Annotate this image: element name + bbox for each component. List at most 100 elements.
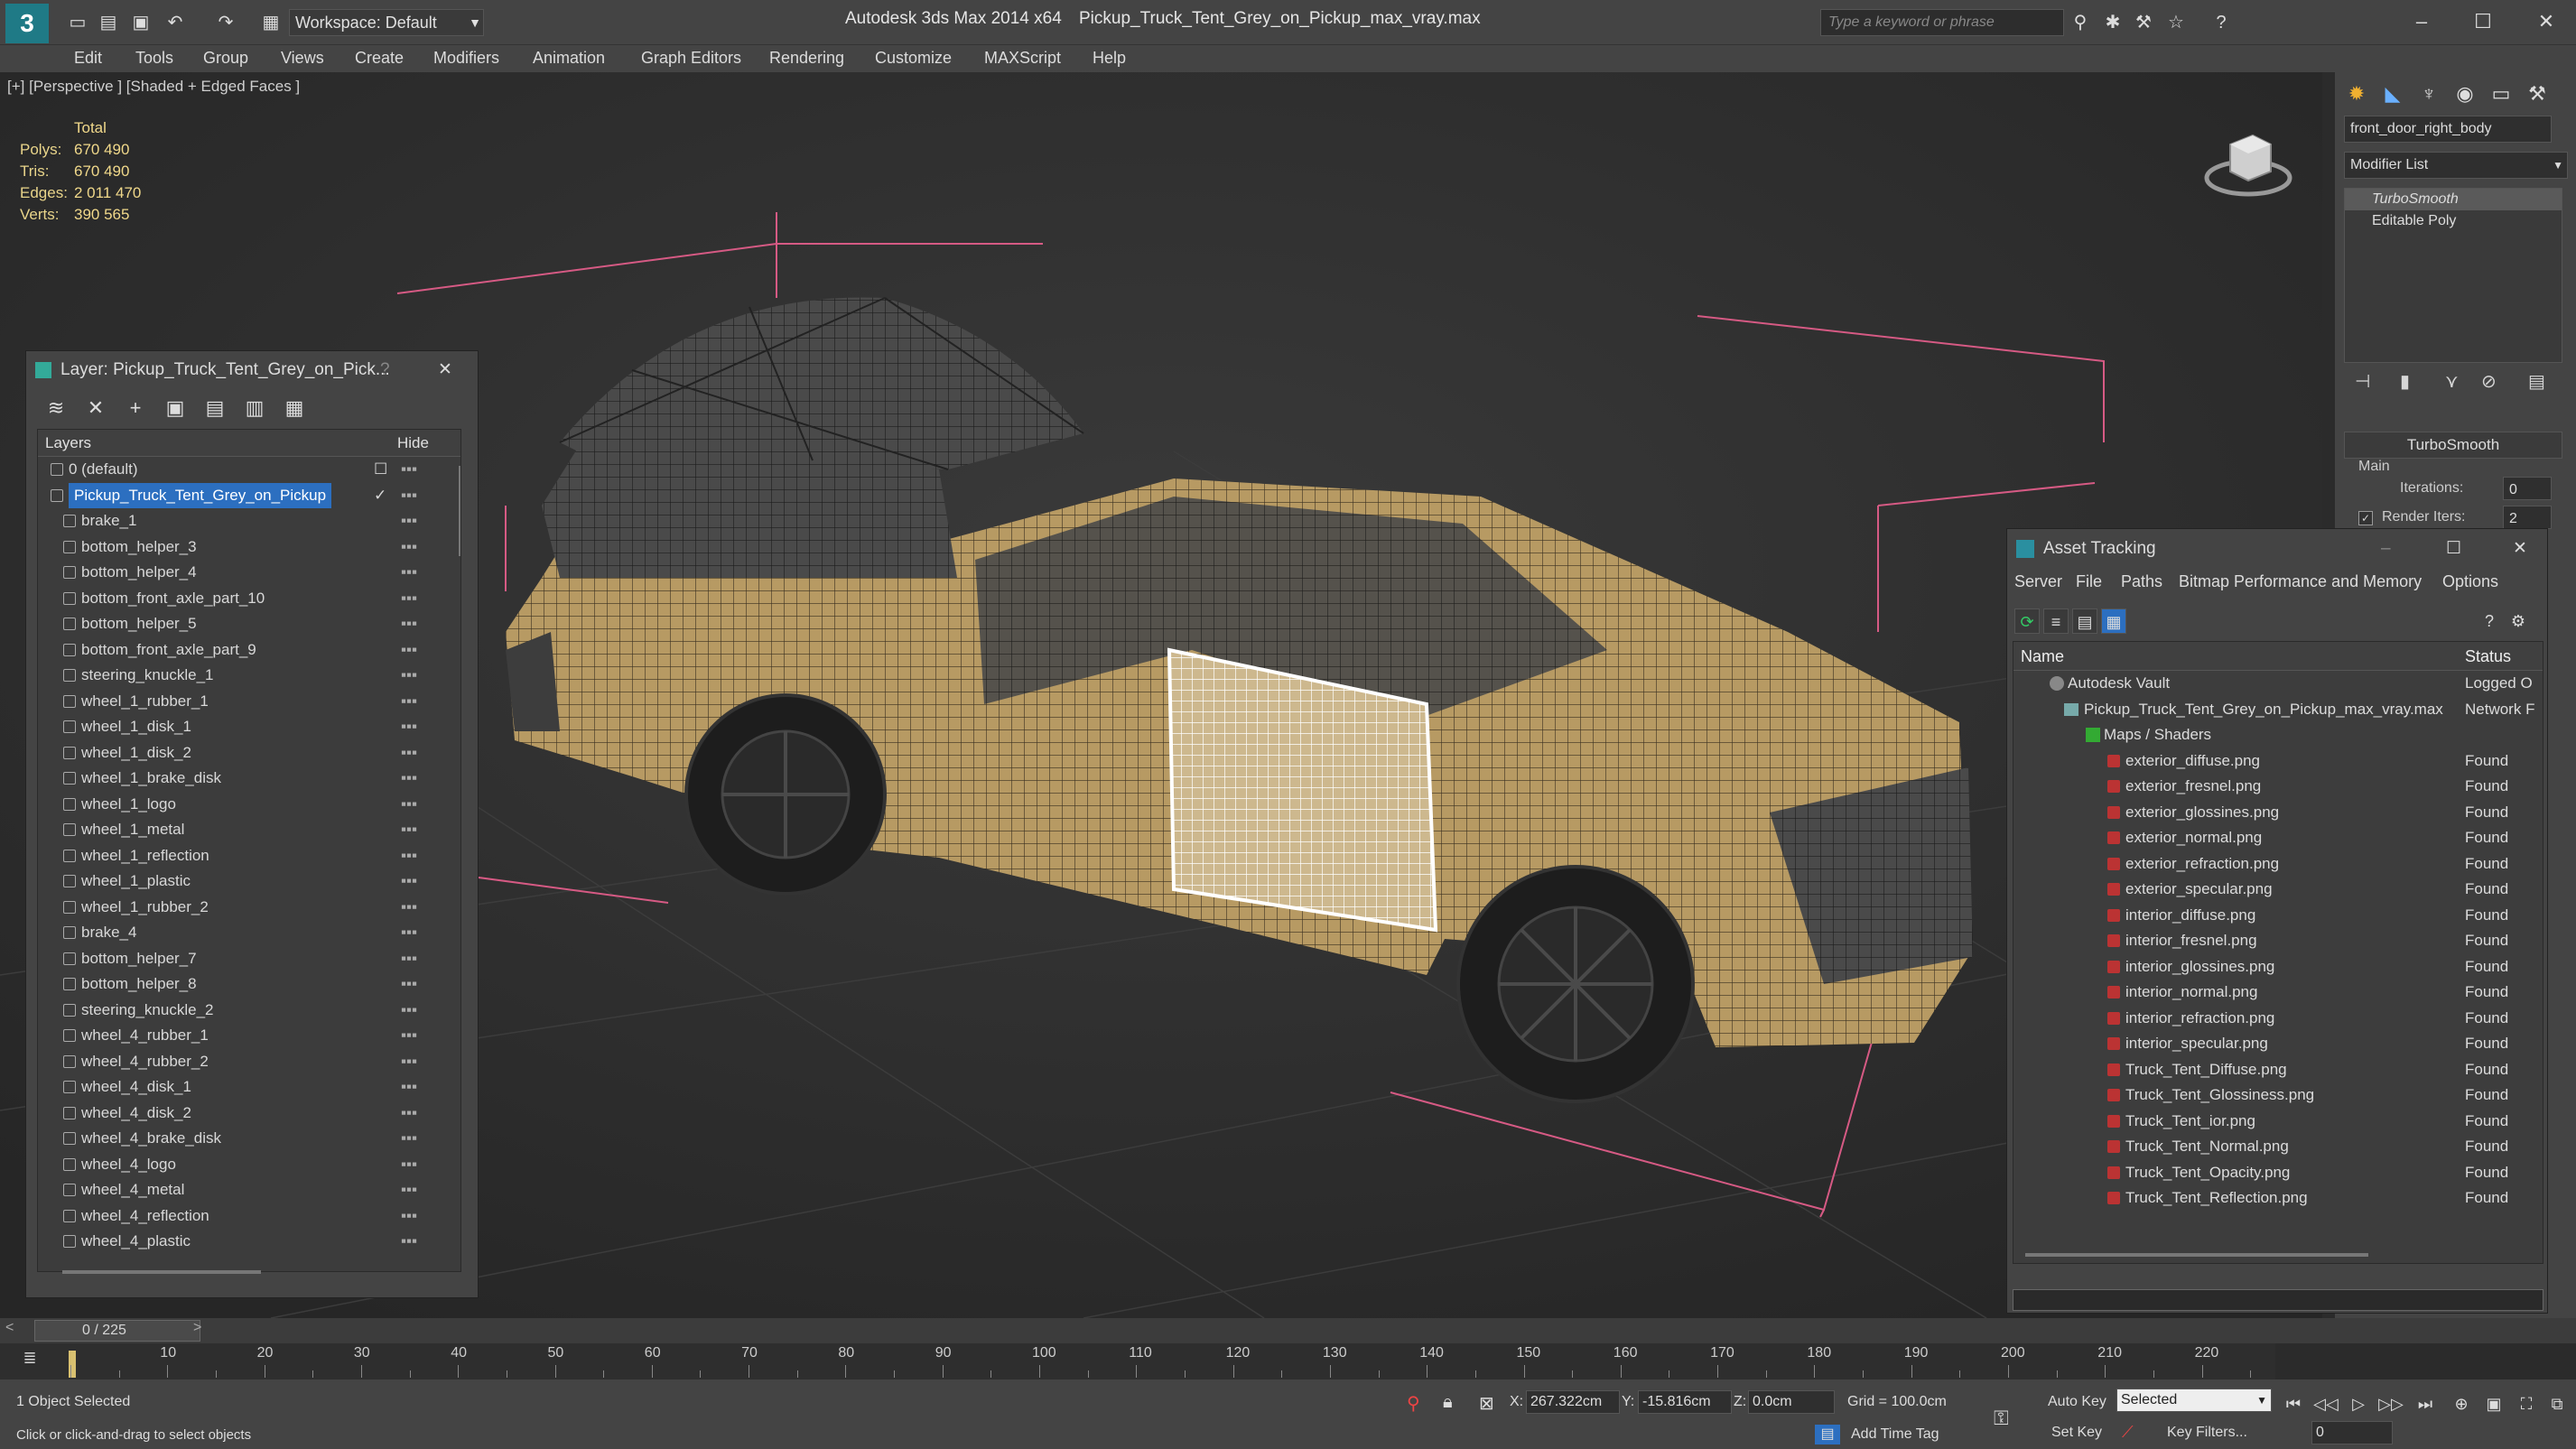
layer-object-row[interactable]: wheel_4_rubber_2 ▪▪▪ [38,1049,460,1075]
hide-toggle-icon[interactable]: ▪▪▪ [401,457,417,482]
asset-map-row[interactable]: interior_specular.png Found [2013,1031,2543,1057]
asset-menu-options[interactable]: Options [2442,572,2498,591]
hide-toggle-icon[interactable]: ▪▪▪ [401,1152,417,1177]
layer-list-scrollbar[interactable] [459,466,460,556]
hide-toggle-icon[interactable]: ▪▪▪ [401,1203,417,1229]
object-name-field[interactable]: front_door_right_body [2344,116,2552,143]
new-file-icon[interactable]: ▭ [65,11,90,34]
asset-maximize-button[interactable]: ☐ [2446,529,2461,569]
menu-animation[interactable]: Animation [533,45,605,72]
iterations-spinner[interactable]: 0 [2503,477,2552,500]
track-bar[interactable]: ≣ 10 20 30 40 50 60 70 80 90 100 110 120 130 140 150 16… [0,1343,2275,1379]
help-icon[interactable]: ? [2209,11,2234,34]
communication-center-icon[interactable]: ✱ [2100,11,2125,34]
asset-menu-server[interactable]: Server [2014,572,2062,591]
time-prev-icon[interactable]: < [5,1320,14,1336]
freeze-all-layers-icon[interactable]: ▦ [281,395,308,422]
menu-tools[interactable]: Tools [135,45,173,72]
configure-modifier-sets-icon[interactable]: ▤ [2528,370,2545,393]
menu-help[interactable]: Help [1093,45,1126,72]
favorites-star-icon[interactable]: ☆ [2163,11,2189,34]
layer-object-row[interactable]: bottom_helper_4 ▪▪▪ [38,560,460,586]
asset-map-row[interactable]: Truck_Tent_Diffuse.png Found [2013,1057,2543,1083]
hide-toggle-icon[interactable]: ▪▪▪ [401,1126,417,1151]
maximize-viewport-icon[interactable]: ⧉ [2544,1392,2570,1416]
menu-rendering[interactable]: Rendering [769,45,844,72]
hide-toggle-icon[interactable]: ▪▪▪ [401,971,417,997]
layer-object-row[interactable]: wheel_4_plastic ▪▪▪ [38,1229,460,1255]
current-layer-box-icon[interactable]: ☐ [374,457,387,482]
layers-column-header[interactable]: Layers [45,434,91,451]
asset-hscrollbar[interactable] [2025,1253,2368,1257]
modifier-list-dropdown[interactable]: Modifier List ▼ [2344,152,2568,179]
asset-map-row[interactable]: exterior_normal.png Found [2013,825,2543,851]
hide-toggle-icon[interactable]: ▪▪▪ [401,560,417,585]
asset-minimize-button[interactable]: – [2381,529,2391,569]
hide-toggle-icon[interactable]: ▪▪▪ [401,946,417,971]
menu-group[interactable]: Group [203,45,248,72]
pin-stack-icon[interactable]: ⊣ [2355,370,2370,393]
asset-map-row[interactable]: exterior_fresnel.png Found [2013,774,2543,800]
asset-map-row[interactable]: interior_diffuse.png Found [2013,903,2543,929]
layer-list-hscrollbar[interactable] [62,1270,261,1274]
y-coordinate-field[interactable]: -15.816cm [1638,1390,1732,1414]
render-iters-checkbox[interactable]: ✓ [2358,511,2373,525]
hide-toggle-icon[interactable]: ▪▪▪ [401,1074,417,1100]
asset-map-row[interactable]: exterior_specular.png Found [2013,877,2543,903]
hide-toggle-icon[interactable]: ▪▪▪ [401,740,417,766]
add-time-tag[interactable]: Add Time Tag [1851,1426,1939,1443]
hide-toggle-icon[interactable]: ▪▪▪ [401,714,417,739]
status-column-header[interactable]: Status [2465,642,2511,671]
asset-map-row[interactable]: Truck_Tent_Reflection.png Found [2013,1185,2543,1212]
asset-map-row[interactable]: Truck_Tent_Normal.png Found [2013,1134,2543,1160]
hide-toggle-icon[interactable]: ▪▪▪ [401,1101,417,1126]
key-filters-button[interactable]: Key Filters... [2167,1425,2247,1441]
go-to-start-icon[interactable]: ⏮ [2281,1392,2306,1416]
asset-row-vault[interactable]: Autodesk Vault Logged O [2013,671,2543,697]
zoom-all-icon[interactable]: ▣ [2481,1392,2506,1416]
binoculars-icon[interactable]: ⚲ [2068,11,2093,34]
z-coordinate-field[interactable]: 0.0cm [1748,1390,1835,1414]
create-tab-icon[interactable]: ✹ [2340,78,2373,110]
asset-map-row[interactable]: exterior_refraction.png Found [2013,851,2543,878]
tree-view-icon[interactable]: ▤ [2072,608,2097,634]
asset-tracking-title-bar[interactable]: Asset Tracking – ☐ ✕ [2007,529,2547,569]
asset-help-icon[interactable]: ? [2477,608,2502,634]
layer-row[interactable]: 0 (default) ▪▪▪ ☐ [38,457,460,483]
project-folder-icon[interactable]: ▦ [258,11,284,34]
active-layer-check-icon[interactable]: ✓ [374,483,386,508]
layer-object-row[interactable]: bottom_front_axle_part_9 ▪▪▪ [38,637,460,664]
go-to-end-icon[interactable]: ⏭ [2413,1392,2438,1416]
layer-panel-close-icon[interactable]: ✕ [438,351,452,389]
layer-object-row[interactable]: wheel_4_disk_1 ▪▪▪ [38,1074,460,1101]
modifier-turbosmooth[interactable]: TurboSmooth [2345,189,2562,210]
show-end-result-icon[interactable]: ▮ [2400,370,2410,393]
hide-toggle-icon[interactable]: ▪▪▪ [401,534,417,560]
layer-object-row[interactable]: brake_1 ▪▪▪ [38,508,460,534]
menu-graph-editors[interactable]: Graph Editors [641,45,741,72]
workspace-dropdown[interactable]: Workspace: Default ▼ [289,9,484,36]
hide-toggle-icon[interactable]: ▪▪▪ [401,792,417,817]
layer-object-row[interactable]: wheel_1_metal ▪▪▪ [38,817,460,843]
hide-toggle-icon[interactable]: ▪▪▪ [401,920,417,945]
asset-close-button[interactable]: ✕ [2513,529,2527,569]
asset-map-row[interactable]: interior_refraction.png Found [2013,1006,2543,1032]
layer-object-row[interactable]: wheel_1_brake_disk ▪▪▪ [38,766,460,792]
hide-toggle-icon[interactable]: ▪▪▪ [401,508,417,534]
menu-views[interactable]: Views [281,45,324,72]
asset-row-maps-group[interactable]: Maps / Shaders [2013,722,2543,748]
hide-toggle-icon[interactable]: ▪▪▪ [401,689,417,714]
absolute-mode-icon[interactable]: ⊠ [1479,1392,1494,1415]
hide-toggle-icon[interactable]: ▪▪▪ [401,843,417,868]
motion-tab-icon[interactable]: ◉ [2449,78,2481,110]
play-icon[interactable]: ▷ [2346,1392,2371,1416]
asset-menu-paths[interactable]: Paths [2121,572,2162,591]
x-coordinate-field[interactable]: 267.322cm [1526,1390,1620,1414]
menu-create[interactable]: Create [355,45,404,72]
close-button[interactable]: ✕ [2519,5,2573,38]
hide-toggle-icon[interactable]: ▪▪▪ [401,483,417,508]
hide-toggle-icon[interactable]: ▪▪▪ [401,1177,417,1203]
search-input[interactable]: Type a keyword or phrase [1820,9,2064,36]
modify-tab-icon[interactable]: ◣ [2376,78,2409,110]
hide-toggle-icon[interactable]: ▪▪▪ [401,1023,417,1048]
